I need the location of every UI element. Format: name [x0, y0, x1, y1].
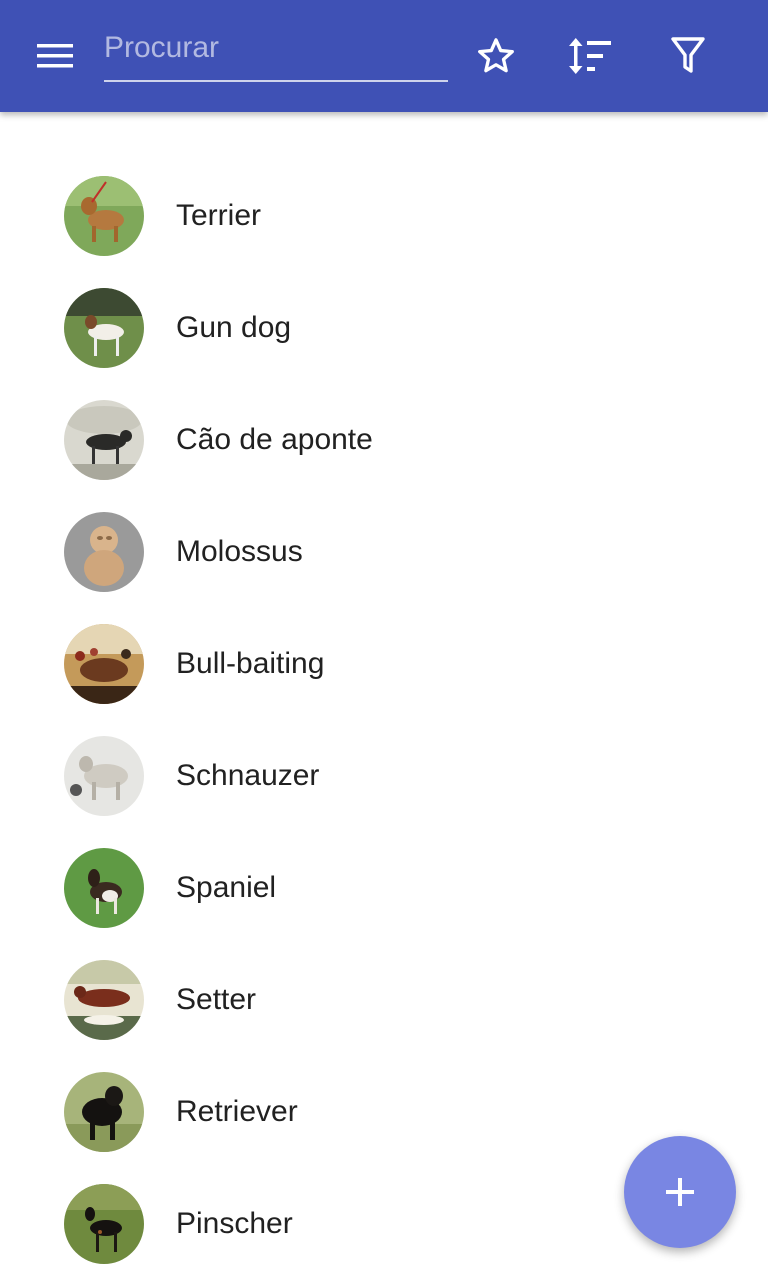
plus-icon: [666, 1178, 694, 1206]
molossus-photo: [64, 512, 144, 592]
list-item[interactable]: Schnauzer: [0, 720, 768, 832]
list-item-label: Terrier: [176, 199, 262, 232]
list-item-label: Cão de aponte: [176, 423, 373, 456]
add-button[interactable]: [624, 1136, 736, 1248]
sort-icon: [569, 38, 611, 74]
list-item[interactable]: Gun dog: [0, 272, 768, 384]
menu-icon: [37, 44, 73, 68]
search-field: [104, 26, 448, 82]
pinscher-photo: [64, 1184, 144, 1264]
list-item[interactable]: Setter: [0, 944, 768, 1056]
list-item-label: Molossus: [176, 535, 303, 568]
gun-dog-photo: [64, 288, 144, 368]
star-outline-icon: [478, 38, 514, 73]
list-item[interactable]: Terrier: [0, 160, 768, 272]
menu-button[interactable]: [28, 28, 84, 84]
filter-icon: [671, 37, 705, 73]
list-item[interactable]: Bull-baiting: [0, 608, 768, 720]
sort-button[interactable]: [563, 28, 619, 84]
setter-photo: [64, 960, 144, 1040]
list-item-label: Spaniel: [176, 871, 277, 904]
pointer-dog-photo: [64, 400, 144, 480]
favorites-button[interactable]: [468, 28, 524, 84]
list-item-label: Pinscher: [176, 1207, 293, 1240]
search-input[interactable]: [104, 26, 448, 70]
schnauzer-photo: [64, 736, 144, 816]
breed-list: Terrier Gun dog Cão de aponte Molossus B…: [0, 160, 768, 1280]
filter-button[interactable]: [660, 28, 716, 84]
list-item[interactable]: Molossus: [0, 496, 768, 608]
list-item-label: Retriever: [176, 1095, 298, 1128]
bull-baiting-photo: [64, 624, 144, 704]
list-item-label: Bull-baiting: [176, 647, 325, 680]
list-item[interactable]: Spaniel: [0, 832, 768, 944]
terrier-photo: [64, 176, 144, 256]
list-item-label: Schnauzer: [176, 759, 320, 792]
list-item[interactable]: Cão de aponte: [0, 384, 768, 496]
list-item-label: Setter: [176, 983, 257, 1016]
app-bar: [0, 0, 768, 112]
retriever-photo: [64, 1072, 144, 1152]
list-item-label: Gun dog: [176, 311, 292, 344]
spaniel-photo: [64, 848, 144, 928]
